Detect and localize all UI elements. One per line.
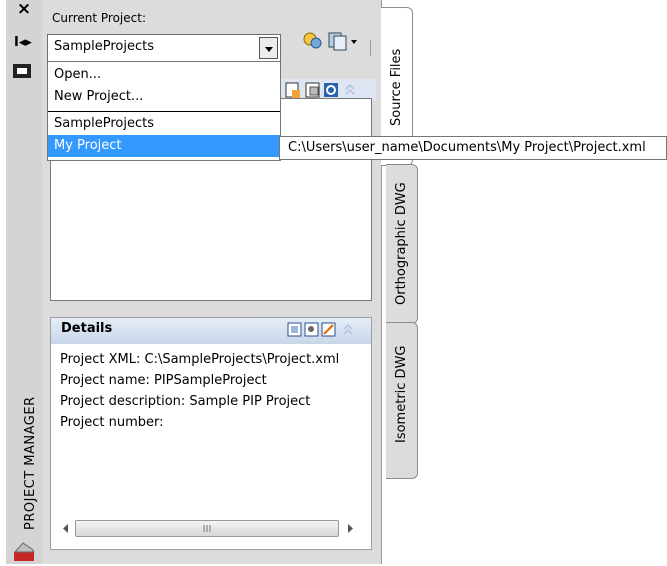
details-toolbar [286,320,372,340]
publish-icon[interactable] [327,30,365,52]
collapse-icon [343,323,353,335]
tab-isometric-dwg[interactable]: Isometric DWG [386,322,418,479]
project-setup-icon[interactable] [301,30,325,52]
auto-hide-icon[interactable]: I◂▸ [12,35,34,55]
dropdown-item-my-project[interactable]: My Project [48,135,280,157]
properties-icon[interactable] [13,64,31,78]
tab-orthographic-dwg[interactable]: Orthographic DWG [386,164,418,324]
scroll-right-icon[interactable] [344,520,356,537]
detail-project-number: Project number: [60,415,164,430]
copy-drawing-icon [305,82,320,98]
app-logo-icon [13,540,35,562]
detail-project-description: Project description: Sample PIP Project [60,394,311,409]
dropdown-item-new-project[interactable]: New Project... [48,86,280,108]
preview-icon [304,322,319,337]
dropdown-separator [48,111,280,112]
detail-project-xml: Project XML: C:\SampleProjects\Project.x… [60,352,340,367]
scrollbar-thumb[interactable] [75,520,339,537]
details-title: Details [61,321,113,336]
scroll-left-icon[interactable] [60,520,72,537]
source-files-toolbar [284,80,374,100]
select-icon [321,322,336,337]
dropdown-item-sampleprojects[interactable]: SampleProjects [48,113,280,135]
project-dropdown-list[interactable]: Open... New Project... SampleProjects My… [47,61,281,161]
detail-project-name: Project name: PIPSampleProject [60,373,267,388]
toolbar-separator [370,40,371,56]
current-project-label: Current Project: [52,11,146,25]
project-path-tooltip: C:\Users\user_name\Documents\My Project\… [279,136,667,160]
chevron-down-icon[interactable] [259,37,278,59]
collapse-icon [345,83,355,95]
refresh-icon [324,83,338,97]
palette-title: PROJECT MANAGER [23,396,38,530]
details-view-icon [287,322,302,337]
current-project-value: SampleProjects [54,39,154,54]
close-icon[interactable]: × [13,0,35,19]
new-drawing-icon [285,82,300,98]
dropdown-item-open[interactable]: Open... [48,64,280,86]
